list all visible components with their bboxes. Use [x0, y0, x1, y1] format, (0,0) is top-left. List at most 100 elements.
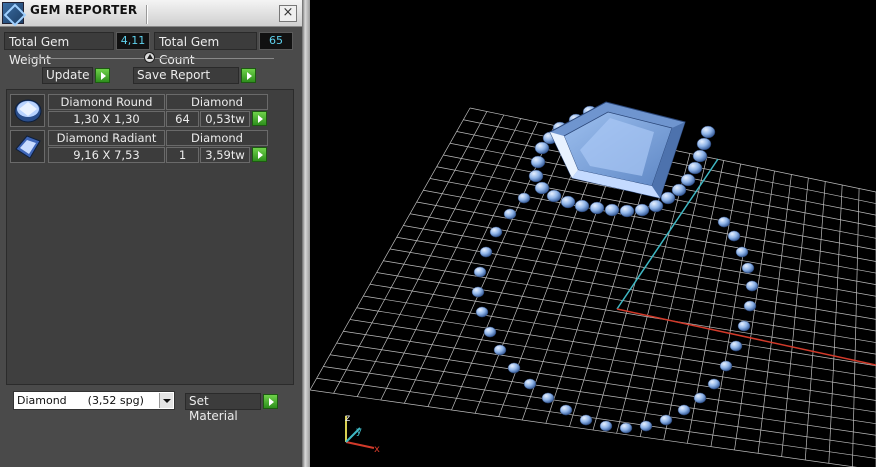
material-select[interactable]: Diamond (3,52 spg): [13, 391, 175, 410]
round-gem-bead: [639, 420, 653, 432]
round-gem-bead: [589, 201, 605, 215]
grid-line: [363, 295, 876, 378]
round-gem-bead: [743, 300, 757, 312]
round-gem-bead: [729, 340, 743, 352]
round-gem-bead: [659, 414, 673, 426]
chevron-down-icon[interactable]: [159, 393, 173, 408]
z-axis-label: z: [345, 413, 350, 424]
grid-line: [804, 181, 826, 461]
grid-line: [852, 188, 860, 467]
round-gem-bead: [717, 216, 731, 228]
round-gem-bead: [546, 189, 562, 203]
save-report-button[interactable]: Save Report: [133, 67, 239, 84]
total-gem-weight-label: Total Gem Weight: [4, 32, 114, 67]
round-gem-bead: [528, 169, 544, 183]
grid-line: [336, 342, 876, 425]
gem-name: Diamond Radiant: [48, 130, 165, 146]
grid-line: [828, 184, 843, 464]
grid-line: [316, 377, 876, 459]
round-gem-bead: [493, 344, 507, 356]
radiant-gem-icon: [10, 130, 45, 163]
gem-row[interactable]: Diamond Round Diamond 1,30 X 1,30 64 0,5…: [10, 94, 268, 127]
round-gem-bead: [574, 199, 590, 213]
save-report-go-icon[interactable]: [241, 68, 256, 83]
close-button[interactable]: ×: [279, 5, 297, 22]
round-gem-bead: [560, 195, 576, 209]
grid-line: [349, 319, 876, 401]
round-gem-bead: [677, 404, 691, 416]
grid-line: [309, 389, 858, 467]
round-gem-bead: [671, 183, 687, 197]
gem-count: 64: [166, 111, 199, 127]
round-gem-bead: [696, 137, 712, 151]
round-gem-bead: [737, 320, 751, 332]
3d-viewport[interactable]: z y x: [309, 0, 876, 467]
size-slider-thumb[interactable]: [144, 52, 155, 63]
gem-size: 1,30 X 1,30: [48, 111, 165, 127]
material-select-value: Diamond (3,52 spg): [17, 394, 144, 407]
round-gem-bead: [517, 192, 531, 204]
round-gem-bead: [693, 392, 707, 404]
panel-title: GEM REPORTER: [30, 3, 138, 17]
round-gem-bead: [700, 125, 716, 139]
total-gem-weight-value: 4,11: [116, 32, 150, 50]
total-gem-count-label: Total Gem Count: [154, 32, 257, 67]
update-go-icon[interactable]: [95, 68, 110, 83]
gem-size: 9,16 X 7,53: [48, 147, 165, 163]
gem-name: Diamond Round: [48, 94, 165, 110]
round-gem-bead: [707, 378, 721, 390]
gem-go-icon[interactable]: [252, 111, 267, 126]
round-gem-bead: [471, 286, 485, 298]
round-gem-bead: [727, 230, 741, 242]
round-gem-bead: [489, 226, 503, 238]
round-gem-bead: [660, 191, 676, 205]
round-gem-bead: [475, 306, 489, 318]
round-gem-bead: [479, 246, 493, 258]
gem-weight: 3,59tw: [200, 147, 250, 163]
round-gem-bead: [534, 181, 550, 195]
round-gem-bead: [741, 262, 755, 274]
titlebar-divider: [146, 5, 148, 24]
grid-line: [343, 330, 876, 413]
round-gem-bead: [579, 414, 593, 426]
round-gem-icon: [10, 94, 45, 127]
round-gem-bead: [503, 208, 517, 220]
y-axis-label: y: [356, 426, 362, 437]
gem-count: 1: [166, 147, 199, 163]
gem-list: Diamond Round Diamond 1,30 X 1,30 64 0,5…: [6, 89, 294, 385]
round-gem-bead: [687, 161, 703, 175]
grid-line: [383, 260, 876, 343]
gem-reporter-panel: GEM REPORTER × Total Gem Weight 4,11 Tot…: [0, 0, 302, 467]
grid-line: [376, 272, 876, 355]
gem-row[interactable]: Diamond Radiant Diamond 9,16 X 7,53 1 3,…: [10, 130, 268, 163]
x-axis-label: x: [374, 444, 380, 455]
set-material-go-icon[interactable]: [263, 394, 278, 409]
round-gem-bead: [719, 360, 733, 372]
round-gem-bead: [534, 141, 550, 155]
gem-go-icon[interactable]: [252, 147, 267, 162]
round-gem-bead: [634, 203, 650, 217]
round-gem-bead: [735, 246, 749, 258]
round-gem-bead: [619, 422, 633, 434]
panel-titlebar[interactable]: GEM REPORTER ×: [0, 0, 302, 27]
round-gem-bead: [745, 280, 759, 292]
grid-line: [323, 366, 876, 448]
round-gem-bead: [541, 392, 555, 404]
round-gem-bead: [619, 204, 635, 218]
round-gem-bead: [507, 362, 521, 374]
gem-weight: 0,53tw: [200, 111, 250, 127]
viewport-canvas[interactable]: z y x: [309, 0, 876, 467]
round-gem-bead: [680, 173, 696, 187]
round-gem-bead: [559, 404, 573, 416]
gem-material: Diamond: [166, 130, 268, 146]
round-gem-bead: [473, 266, 487, 278]
update-button[interactable]: Update: [42, 67, 93, 84]
panel-splitter[interactable]: [302, 0, 310, 467]
round-gem-bead: [599, 420, 613, 432]
round-gem-bead: [530, 155, 546, 169]
round-gem-bead: [604, 203, 620, 217]
axis-gizmo: z y x: [345, 413, 380, 455]
total-gem-count-value: 65: [259, 32, 293, 50]
gem-reporter-icon: [2, 2, 24, 24]
set-material-button[interactable]: Set Material: [185, 393, 261, 423]
